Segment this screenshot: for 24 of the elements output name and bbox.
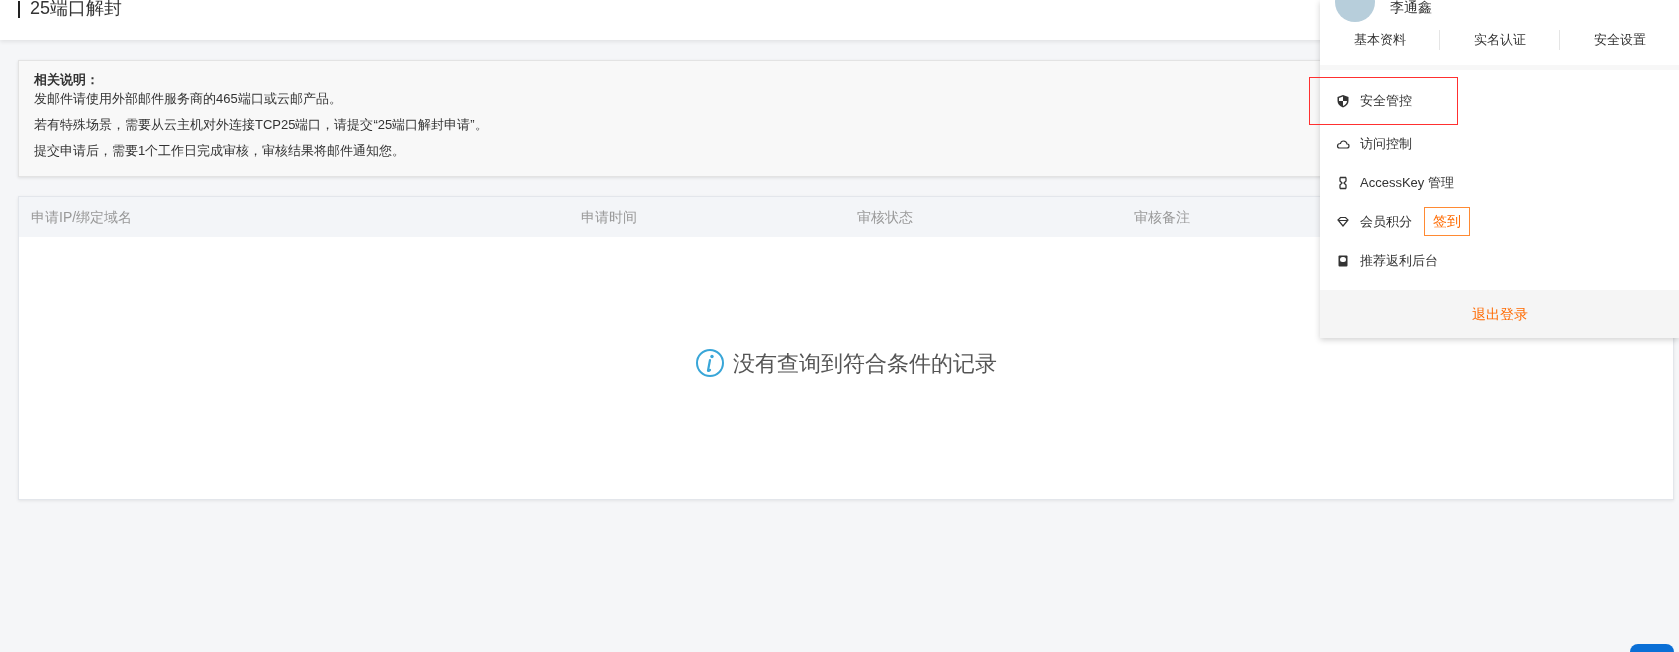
notice-text: 提交申请后，需要1个工作日完成审核，审核结果将邮件通知您。 [34,142,406,160]
username: 李通鑫 [1390,0,1432,14]
empty-message: 没有查询到符合条件的记录 [733,349,997,378]
info-icon [695,348,725,378]
page-title: 25端口解封 [30,0,123,17]
notice-text: 若有特殊场景，需要从云主机对外连接TCP25端口，请提交“25端口解封申请”。 [34,116,488,134]
column-header: 审核备注 [1133,207,1190,227]
shield-icon [1336,94,1350,108]
menu-item[interactable]: 安全管控 [1310,78,1457,124]
column-header: 申请时间 [580,207,638,227]
diamond-icon [1336,214,1350,229]
menu-item[interactable]: AccessKey 管理 [1320,163,1679,202]
notice-text: 发邮件请使用外部邮件服务商的465端口或云邮产品。 [34,90,342,108]
book-icon [1336,253,1350,268]
floating-button[interactable] [1630,644,1674,652]
menu-item[interactable]: 访问控制 [1320,124,1679,163]
column-header: 审核状态 [856,207,914,227]
menu-item[interactable]: 推荐返利后台 [1320,241,1679,280]
profile-tab-link[interactable]: 基本资料 [1320,30,1439,50]
profile-tab-link[interactable]: 实名认证 [1440,30,1559,50]
notice-heading: 相关说明： [34,71,99,89]
menu-item[interactable]: 会员积分 [1360,211,1412,232]
profile-tab-link[interactable]: 安全设置 [1560,30,1679,50]
column-header: 申请IP/绑定域名 [30,207,134,227]
